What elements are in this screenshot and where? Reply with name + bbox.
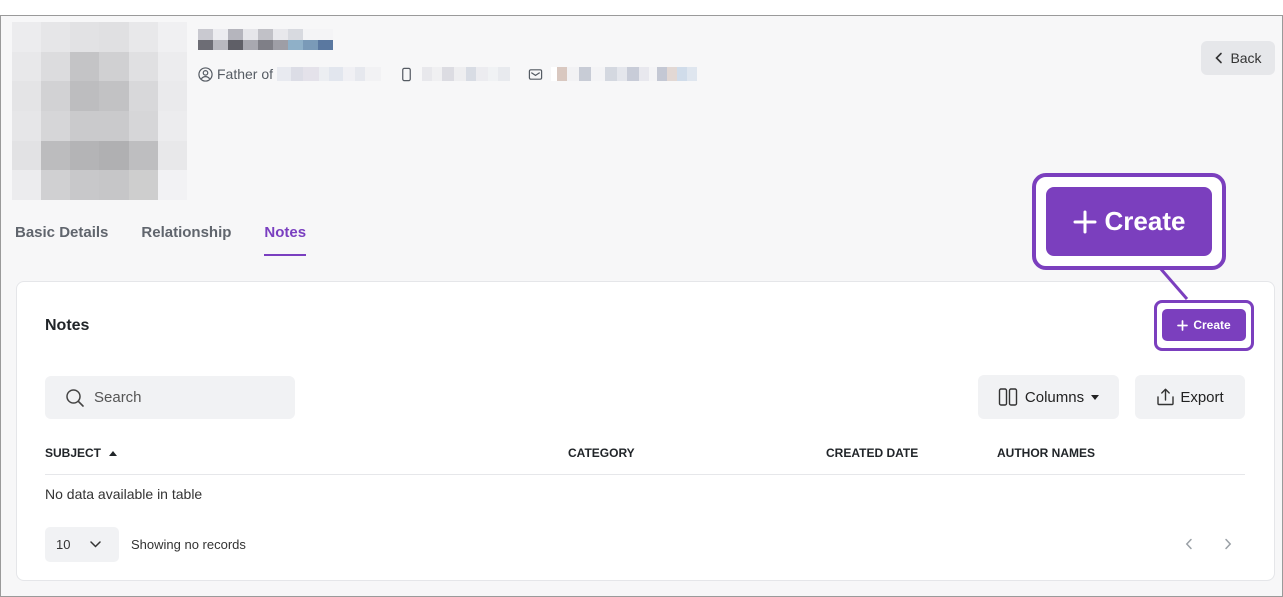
profile-name-redacted [198,29,333,50]
columns-label: Columns [1024,388,1085,406]
export-button[interactable]: Export [1135,375,1245,419]
column-header-author-names[interactable]: AUTHOR NAMES [997,446,1095,460]
column-header-created-date[interactable]: CREATED DATE [826,446,918,460]
next-page-button[interactable] [1224,537,1232,555]
back-label: Back [1230,50,1262,66]
records-summary: Showing no records [131,537,246,552]
email-redacted [551,67,698,81]
caret-down-icon [1091,394,1100,400]
column-header-subject[interactable]: SUBJECT [45,446,118,460]
table-empty-message: No data available in table [45,486,203,502]
phone-icon [399,67,414,82]
tab-basic-details[interactable]: Basic Details [15,224,108,256]
chevron-left-icon [1185,538,1192,550]
user-circle-icon [198,66,213,82]
notes-card: Notes Create Columns Export SUBJECT CATE… [16,281,1275,581]
callout-create-button: Create [1046,187,1212,256]
columns-icon [998,388,1018,406]
create-note-label: Create [1193,318,1231,332]
tab-relationship[interactable]: Relationship [141,224,231,256]
chevron-left-icon [1215,52,1223,64]
tab-notes[interactable]: Notes [264,224,307,256]
search-input[interactable] [94,389,274,406]
export-label: Export [1180,388,1224,406]
email-icon [528,67,543,82]
column-header-category[interactable]: CATEGORY [568,446,635,460]
plus-icon [1073,210,1097,233]
callout-create-label: Create [1104,206,1186,236]
page-size-value: 10 [56,537,71,552]
export-icon [1157,388,1175,406]
notes-table-header: SUBJECT CATEGORY CREATED DATE AUTHOR NAM… [45,446,1245,475]
chevron-down-icon [90,541,102,548]
relation-label: Father of [217,66,274,82]
page-size-select[interactable]: 10 [45,527,119,562]
previous-page-button[interactable] [1185,537,1193,555]
create-note-button[interactable]: Create [1162,309,1246,341]
search-icon [66,388,84,407]
create-button-callout: Create [1032,173,1226,270]
sort-asc-icon [109,450,118,456]
back-button[interactable]: Back [1201,41,1275,75]
notes-search[interactable] [45,376,295,419]
relation-name-redacted [277,67,382,81]
profile-meta-row: Father of [198,64,698,84]
plus-icon [1177,319,1189,331]
notes-title: Notes [45,317,90,334]
profile-tabs: Basic Details Relationship Notes [15,224,339,256]
profile-avatar [12,22,187,200]
columns-button[interactable]: Columns [978,375,1119,419]
chevron-right-icon [1225,538,1232,550]
phone-redacted [422,67,511,81]
